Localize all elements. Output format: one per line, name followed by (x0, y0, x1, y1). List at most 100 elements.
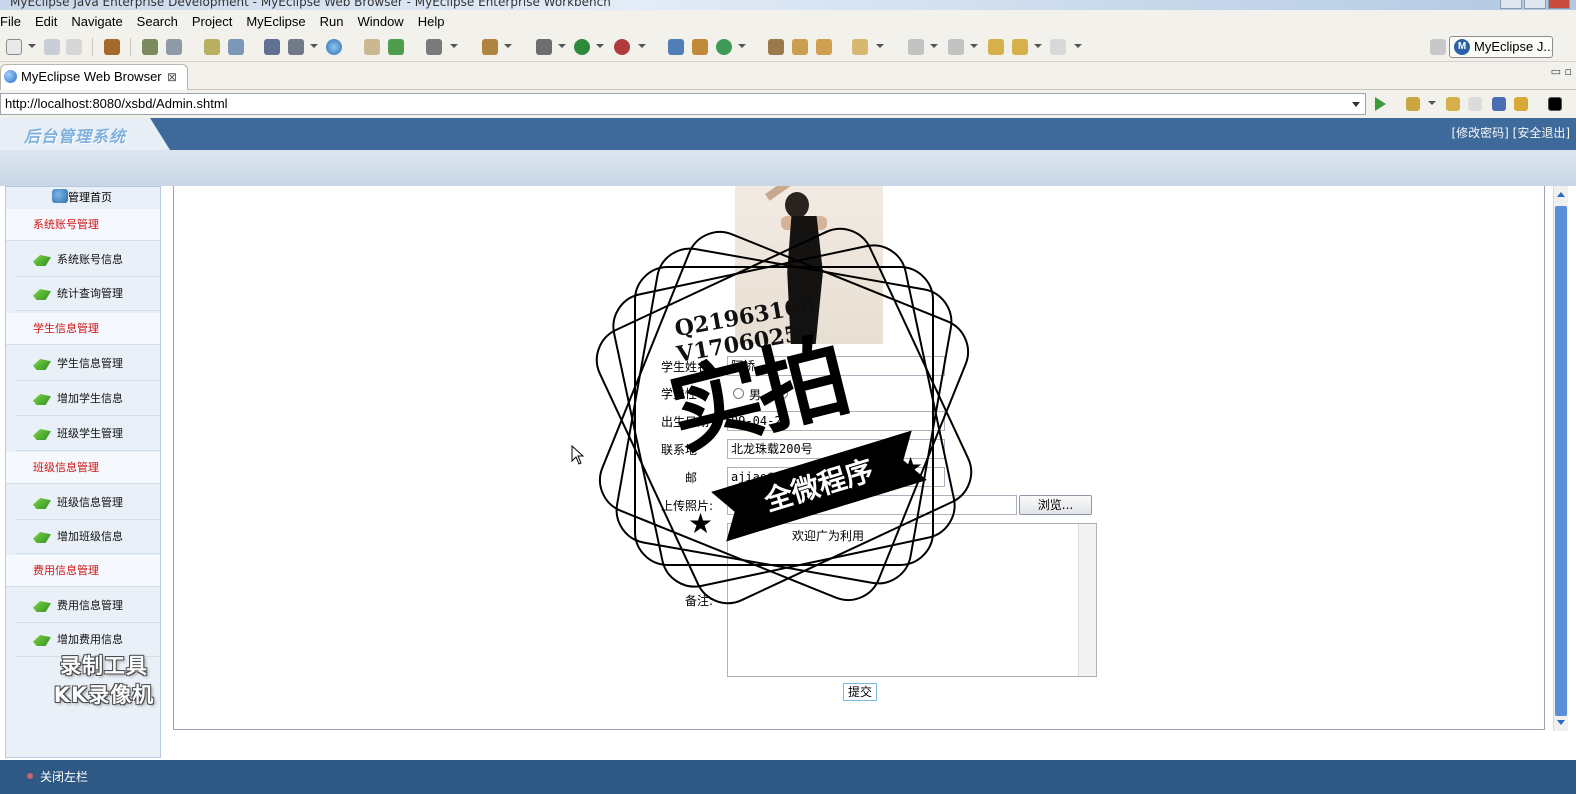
sidebar-item-fee-info[interactable]: 费用信息管理 (16, 589, 160, 623)
sidebar-item-statistics[interactable]: 统计查询管理 (16, 277, 160, 311)
close-sidebar-link[interactable]: 关闭左栏 (40, 768, 88, 785)
back-arrow-icon[interactable] (1012, 39, 1028, 55)
email-input[interactable]: ajiao@163.c (727, 467, 945, 487)
gender-male-radio[interactable] (733, 388, 744, 399)
prev-annotation-icon[interactable] (948, 39, 964, 55)
run-dropdown-icon[interactable] (596, 44, 604, 48)
browser-back-icon[interactable] (1446, 97, 1460, 111)
new-package-icon[interactable] (692, 39, 708, 55)
birth-input[interactable]: 09-04-2 (727, 411, 945, 431)
sidebar-section-students[interactable]: 学生信息管理 (6, 313, 160, 345)
task-icon[interactable] (816, 39, 832, 55)
save-icon[interactable] (44, 39, 60, 55)
folder-icon[interactable] (852, 39, 868, 55)
gender-female-radio[interactable] (777, 388, 788, 399)
new-project-icon[interactable] (716, 39, 732, 55)
screen-dropdown-icon[interactable] (450, 44, 458, 48)
menu-navigate[interactable]: Navigate (64, 14, 129, 29)
wizard-dropdown-icon[interactable] (504, 44, 512, 48)
view-minmax-icon[interactable]: ▭ ▫ (1551, 65, 1572, 78)
next-annotation-icon[interactable] (908, 39, 924, 55)
prev-annotation-dropdown-icon[interactable] (970, 44, 978, 48)
screen-icon[interactable] (426, 39, 442, 55)
open-type-icon[interactable] (768, 39, 784, 55)
server-icon[interactable] (166, 39, 182, 55)
go-icon[interactable] (1375, 97, 1386, 111)
sidebar-section-fees[interactable]: 费用信息管理 (6, 555, 160, 587)
edit-pen-icon[interactable] (204, 39, 220, 55)
browser-globe-icon[interactable] (326, 39, 342, 55)
browser-options-dropdown-icon[interactable] (1428, 101, 1436, 105)
tab-web-browser[interactable]: MyEclipse Web Browser ⊠ (0, 64, 188, 90)
menu-search[interactable]: Search (130, 14, 185, 29)
contact-input[interactable]: 北龙珠载200号 (727, 439, 945, 459)
sidebar-item-add-student[interactable]: 增加学生信息 (16, 382, 160, 416)
browser-view-icon[interactable] (1548, 97, 1562, 111)
name-input[interactable]: 阿娇 (727, 356, 945, 376)
menu-project[interactable]: Project (185, 14, 239, 29)
menu-help[interactable]: Help (411, 14, 452, 29)
menu-window[interactable]: Window (350, 14, 410, 29)
back-dropdown-icon[interactable] (1034, 44, 1042, 48)
tool-gear-icon[interactable] (142, 39, 158, 55)
external-dropdown-icon[interactable] (638, 44, 646, 48)
debug-icon[interactable] (536, 39, 552, 55)
menu-file[interactable]: File (0, 14, 28, 29)
publish-icon[interactable] (288, 39, 304, 55)
project-dropdown-icon[interactable] (738, 44, 746, 48)
browser-options-icon[interactable] (1406, 97, 1420, 111)
print-icon[interactable] (66, 39, 82, 55)
close-tab-icon[interactable]: ⊠ (167, 65, 177, 89)
sidebar-section-classes[interactable]: 班级信息管理 (6, 452, 160, 484)
search-doc-icon[interactable] (228, 39, 244, 55)
photo-file-input[interactable] (727, 495, 1017, 515)
url-input[interactable]: http://localhost:8080/xsbd/Admin.shtml (0, 93, 1366, 115)
publish-dropdown-icon[interactable] (310, 44, 318, 48)
sidebar-item-add-class[interactable]: 增加班级信息 (16, 520, 160, 554)
browser-forward-icon[interactable] (1468, 97, 1482, 111)
last-edit-icon[interactable] (988, 39, 1004, 55)
run-icon[interactable] (574, 39, 590, 55)
new-dropdown-icon[interactable] (28, 44, 36, 48)
browser-refresh-icon[interactable] (1514, 97, 1528, 111)
remarks-textarea[interactable]: 欢迎广为利用 (727, 523, 1097, 677)
sidebar-item-student-info[interactable]: 学生信息管理 (16, 347, 160, 381)
debug-dropdown-icon[interactable] (558, 44, 566, 48)
forward-arrow-icon[interactable] (1050, 39, 1066, 55)
url-history-dropdown-icon[interactable] (1352, 102, 1360, 107)
remarks-scrollbar[interactable] (1078, 524, 1096, 676)
new-file-icon[interactable] (6, 39, 22, 55)
scroll-up-icon[interactable] (1557, 192, 1565, 197)
sidebar-item-class-info[interactable]: 班级信息管理 (16, 486, 160, 520)
browse-button[interactable]: 浏览... (1019, 495, 1092, 515)
sidebar-item-system-accounts[interactable]: 系统账号信息 (16, 243, 160, 277)
menu-edit[interactable]: Edit (28, 14, 64, 29)
pin-icon[interactable] (792, 39, 808, 55)
sidebar-home[interactable]: 管理首页 (6, 187, 160, 209)
deploy-icon[interactable] (264, 39, 280, 55)
close-window-button[interactable] (1548, 0, 1570, 9)
scroll-down-icon[interactable] (1557, 720, 1565, 725)
folder-dropdown-icon[interactable] (876, 44, 884, 48)
new-class-icon[interactable] (668, 39, 684, 55)
open-folder-icon[interactable] (364, 39, 380, 55)
perspective-switcher[interactable]: M MyEclipse J... (1449, 36, 1553, 58)
menu-myeclipse[interactable]: MyEclipse (239, 14, 312, 29)
scroll-thumb[interactable] (1555, 206, 1567, 716)
annotation-dropdown-icon[interactable] (930, 44, 938, 48)
new-wizard-icon[interactable] (482, 39, 498, 55)
maximize-button[interactable] (1524, 0, 1546, 9)
menu-run[interactable]: Run (313, 14, 351, 29)
minimize-button[interactable] (1500, 0, 1522, 9)
external-tools-icon[interactable] (614, 39, 630, 55)
sidebar-item-class-students[interactable]: 班级学生管理 (16, 417, 160, 451)
sidebar-section-system[interactable]: 系统账号管理 (6, 209, 160, 241)
open-perspective-icon[interactable] (1430, 39, 1446, 55)
add-icon[interactable] (388, 39, 404, 55)
browser-stop-icon[interactable] (1492, 97, 1506, 111)
forward-dropdown-icon[interactable] (1074, 44, 1082, 48)
package-icon[interactable] (104, 39, 120, 55)
top-links[interactable]: [修改密码] [安全退出] (1451, 124, 1570, 141)
submit-button[interactable]: 提交 (843, 683, 877, 701)
content-scrollbar[interactable] (1553, 186, 1568, 731)
